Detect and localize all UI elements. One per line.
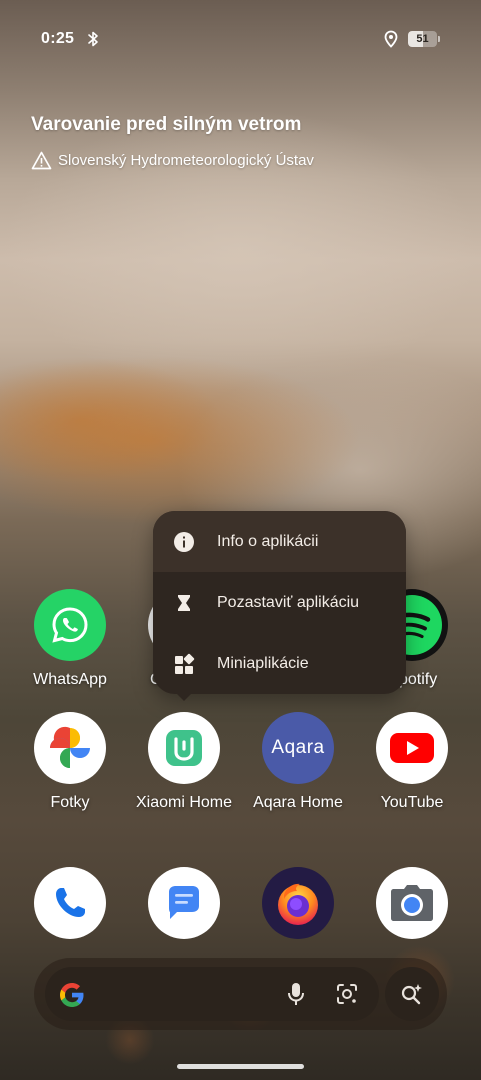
google-lens-icon[interactable] xyxy=(335,982,359,1006)
menu-item-label: Pozastaviť aplikáciu xyxy=(217,593,360,611)
app-context-menu: Info o aplikácii Pozastaviť aplikáciu Mi… xyxy=(153,511,406,694)
microphone-icon[interactable] xyxy=(285,981,307,1007)
battery-icon: 51 xyxy=(408,31,440,47)
status-bar: 0:25 51 xyxy=(0,0,481,78)
google-search-bar[interactable] xyxy=(45,967,379,1021)
app-label-spotify: potify xyxy=(399,671,438,688)
hourglass-icon xyxy=(178,594,190,611)
aqara-logo-text: Aqara xyxy=(271,737,325,758)
alert-source[interactable]: Slovenský Hydrometeorologický Ústav xyxy=(31,149,314,171)
google-logo-icon[interactable] xyxy=(58,981,86,1009)
whatsapp-icon[interactable] xyxy=(34,589,106,661)
menu-pointer xyxy=(175,692,193,701)
battery-level: 51 xyxy=(416,33,429,45)
firefox-icon[interactable] xyxy=(262,867,334,939)
ai-search-button[interactable] xyxy=(385,967,439,1021)
info-icon xyxy=(174,531,194,552)
menu-item-widgets[interactable]: Miniaplikácie xyxy=(153,633,406,694)
xiaomi-home-icon[interactable] xyxy=(148,712,220,784)
alert-source-label: Slovenský Hydrometeorologický Ústav xyxy=(58,151,314,169)
warning-triangle-icon xyxy=(31,151,52,169)
location-icon xyxy=(384,30,398,48)
ai-search-icon xyxy=(401,984,422,1005)
bluetooth-icon xyxy=(88,31,98,47)
widgets-icon xyxy=(175,653,195,674)
app-label-youtube: YouTube xyxy=(380,794,444,811)
app-label-aqara-home: Aqara Home xyxy=(253,794,343,811)
menu-item-label: Info o aplikácii xyxy=(217,532,319,550)
alert-title[interactable]: Varovanie pred silným vetrom xyxy=(31,114,301,136)
app-label-whatsapp: WhatsApp xyxy=(33,671,107,688)
messages-icon[interactable] xyxy=(148,867,220,939)
clock: 0:25 xyxy=(41,30,75,47)
youtube-icon[interactable] xyxy=(376,712,448,784)
menu-item-label: Miniaplikácie xyxy=(217,654,309,672)
aqara-icon[interactable]: Aqara xyxy=(262,712,334,784)
menu-item-pause-app[interactable]: Pozastaviť aplikáciu xyxy=(153,572,406,633)
gesture-nav-handle[interactable] xyxy=(177,1064,304,1069)
camera-icon[interactable] xyxy=(376,867,448,939)
app-label-photos: Fotky xyxy=(50,794,90,811)
app-label-xiaomi-home: Xiaomi Home xyxy=(135,794,233,811)
google-photos-icon[interactable] xyxy=(34,712,106,784)
menu-item-app-info[interactable]: Info o aplikácii xyxy=(153,511,406,572)
phone-icon[interactable] xyxy=(34,867,106,939)
